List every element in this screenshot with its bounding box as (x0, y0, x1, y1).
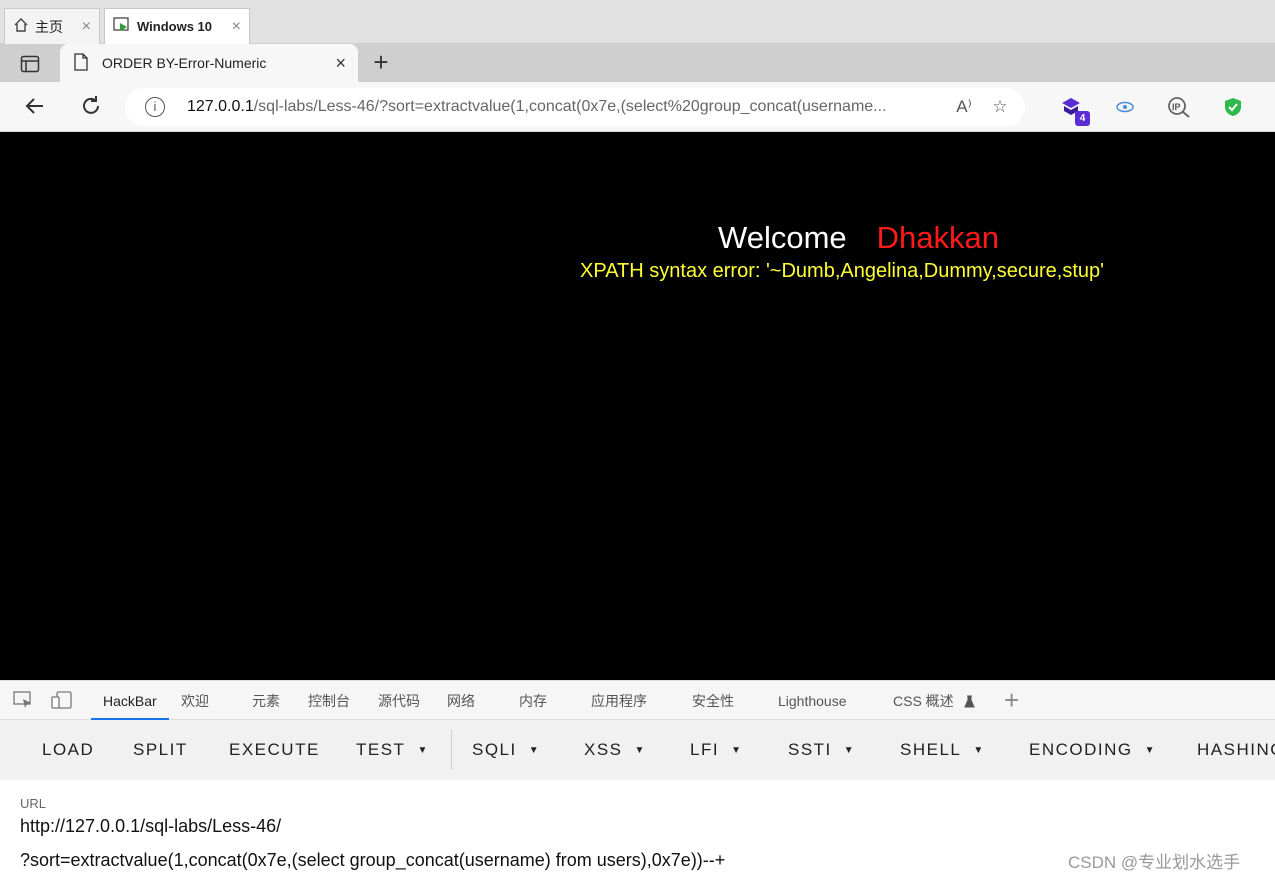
split-button[interactable]: SPLIT (133, 740, 188, 760)
tab-application[interactable]: 应用程序 (591, 681, 647, 720)
tab-welcome[interactable]: 欢迎 (181, 681, 209, 720)
close-icon[interactable]: × (82, 18, 91, 36)
caret-down-icon: ▼ (1144, 745, 1157, 757)
devtools-tab-bar: HackBar 欢迎 元素 控制台 源代码 网络 内存 应用程序 安全性 Lig… (0, 680, 1275, 720)
flask-icon (963, 683, 975, 723)
welcome-text: Welcome (718, 220, 847, 255)
address-url[interactable]: 127.0.0.1/sql-labs/Less-46/?sort=extract… (187, 98, 941, 116)
os-tab-strip: 主页 × Windows 10 × (0, 0, 1275, 44)
os-tab-vm[interactable]: Windows 10 × (104, 8, 250, 44)
os-tab-home[interactable]: 主页 × (4, 8, 100, 44)
extension-badge: 4 (1075, 111, 1090, 126)
os-tab-label: 主页 (35, 18, 63, 35)
caret-down-icon: ▼ (843, 745, 856, 757)
lfi-menu-button[interactable]: LFI ▼ (690, 740, 742, 760)
info-icon[interactable]: i (145, 97, 165, 117)
caret-down-icon: ▼ (417, 745, 429, 757)
eye-extension-icon[interactable] (1112, 94, 1138, 120)
close-icon[interactable]: × (232, 18, 241, 36)
tab-hackbar[interactable]: HackBar (91, 681, 169, 720)
vm-icon (113, 17, 131, 36)
tab-elements[interactable]: 元素 (252, 681, 280, 720)
inspect-icon[interactable] (12, 691, 34, 711)
read-aloud-icon[interactable]: A⁾ (951, 97, 977, 117)
tab-security[interactable]: 安全性 (692, 681, 734, 720)
address-bar[interactable]: i 127.0.0.1/sql-labs/Less-46/?sort=extra… (125, 88, 1025, 126)
url-input-line-2[interactable]: ?sort=extractvalue(1,concat(0x7e,(select… (20, 850, 725, 871)
caret-down-icon: ▼ (634, 745, 646, 757)
extension-icon[interactable]: 4 (1058, 94, 1090, 126)
url-label: URL (20, 796, 47, 811)
toolbar-divider (451, 730, 452, 770)
encoding-menu-button[interactable]: ENCODING ▼ (1029, 740, 1156, 760)
sqli-menu-button[interactable]: SQLI ▼ (472, 740, 540, 760)
close-icon[interactable]: × (335, 53, 346, 74)
caret-down-icon: ▼ (731, 745, 743, 757)
browser-tab-active[interactable]: ORDER BY-Error-Numeric × (60, 44, 358, 82)
caret-down-icon: ▼ (973, 745, 985, 757)
xss-menu-button[interactable]: XSS ▼ (584, 740, 646, 760)
refresh-button[interactable] (78, 94, 104, 120)
url-input-line-1[interactable]: http://127.0.0.1/sql-labs/Less-46/ (20, 816, 281, 837)
error-message: XPATH syntax error: '~Dumb,Angelina,Dumm… (580, 260, 1104, 282)
tab-lighthouse[interactable]: Lighthouse (778, 681, 847, 720)
load-button[interactable]: LOAD (42, 740, 94, 760)
device-emulation-icon[interactable] (51, 691, 73, 711)
watermark: CSDN @专业划水选手 (1068, 853, 1241, 872)
welcome-line: Welcome Dhakkan (718, 220, 999, 256)
shell-menu-button[interactable]: SHELL ▼ (900, 740, 985, 760)
hackbar-toolbar: LOAD SPLIT EXECUTE TEST ▼ SQLI ▼ XSS ▼ LFI ▼… (0, 720, 1275, 780)
hackbar-url-area: URL http://127.0.0.1/sql-labs/Less-46/ ?… (0, 780, 1275, 878)
tab-css-overview[interactable]: CSS 概述 (893, 681, 975, 720)
test-menu-button[interactable]: TEST ▼ (356, 740, 429, 760)
ip-extension-icon[interactable]: IP (1166, 94, 1192, 120)
tab-console[interactable]: 控制台 (308, 681, 350, 720)
new-tab-button[interactable]: + (368, 49, 394, 76)
tab-memory[interactable]: 内存 (519, 681, 547, 720)
shield-icon[interactable] (1220, 94, 1246, 120)
back-button[interactable] (22, 94, 48, 120)
browser-tab-strip: ORDER BY-Error-Numeric × + (0, 44, 1275, 82)
tab-title: ORDER BY-Error-Numeric (102, 55, 267, 71)
page-content: Welcome Dhakkan XPATH syntax error: '~Dum… (0, 132, 1275, 680)
add-tab-icon[interactable]: + (1004, 685, 1019, 715)
os-tab-label: Windows 10 (137, 19, 213, 34)
home-icon (13, 17, 29, 36)
ssti-menu-button[interactable]: SSTI ▼ (788, 740, 855, 760)
tab-actions-icon[interactable] (14, 52, 46, 76)
tab-sources[interactable]: 源代码 (378, 681, 420, 720)
favorite-add-icon[interactable]: ☆ (987, 97, 1013, 117)
browser-toolbar: i 127.0.0.1/sql-labs/Less-46/?sort=extra… (0, 82, 1275, 132)
svg-text:IP: IP (1172, 102, 1181, 112)
hashing-menu-button[interactable]: HASHING (1197, 740, 1275, 760)
user-name: Dhakkan (876, 220, 999, 255)
page-icon (74, 52, 88, 74)
execute-button[interactable]: EXECUTE (229, 740, 320, 760)
tab-network[interactable]: 网络 (447, 681, 475, 720)
caret-down-icon: ▼ (528, 745, 541, 757)
